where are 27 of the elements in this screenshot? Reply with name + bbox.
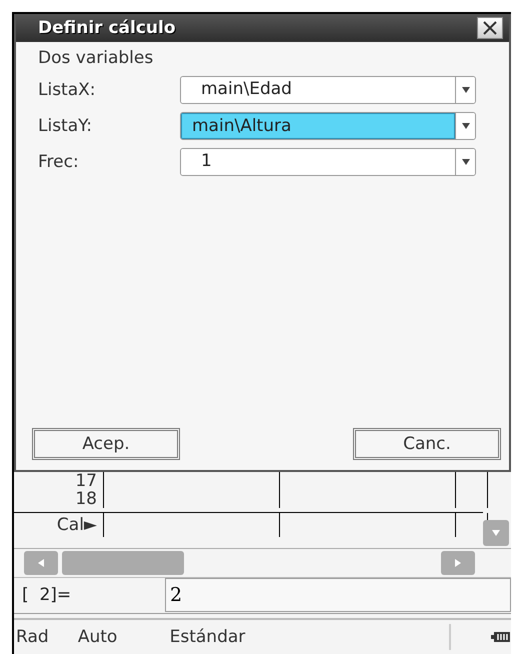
row-number: 18 <box>14 490 104 508</box>
scroll-thumb[interactable] <box>62 550 184 575</box>
right-icon <box>453 558 463 568</box>
close-button[interactable] <box>477 17 503 39</box>
field-label: Frec: <box>38 152 80 172</box>
cancel-button[interactable]: Canc. <box>353 428 501 460</box>
status-item: Estándar <box>168 627 246 648</box>
calculation-type: Dos variables <box>38 48 154 68</box>
status-item: Rad <box>15 627 50 648</box>
calc-row-label: Cal► <box>14 513 104 538</box>
status-item: Auto <box>76 627 118 648</box>
dropdown-button[interactable] <box>455 113 475 139</box>
dropdown-button[interactable] <box>455 77 475 103</box>
caret-icon <box>460 157 470 167</box>
field-label: ListaY: <box>38 116 93 136</box>
close-icon <box>483 21 497 35</box>
left-icon <box>36 558 46 568</box>
row-number: 17 <box>14 472 104 490</box>
dropdown-button[interactable] <box>455 149 475 175</box>
accept-button[interactable]: Acep. <box>32 428 180 460</box>
down-icon <box>491 528 501 538</box>
dialog-title: Definir cálculo <box>38 18 176 38</box>
field-label: ListaX: <box>38 80 97 100</box>
caret-icon <box>460 85 470 95</box>
caret-icon <box>460 121 470 131</box>
cell-reference: [ 2]= <box>22 585 72 606</box>
entry-field[interactable]: 2 <box>165 578 511 612</box>
